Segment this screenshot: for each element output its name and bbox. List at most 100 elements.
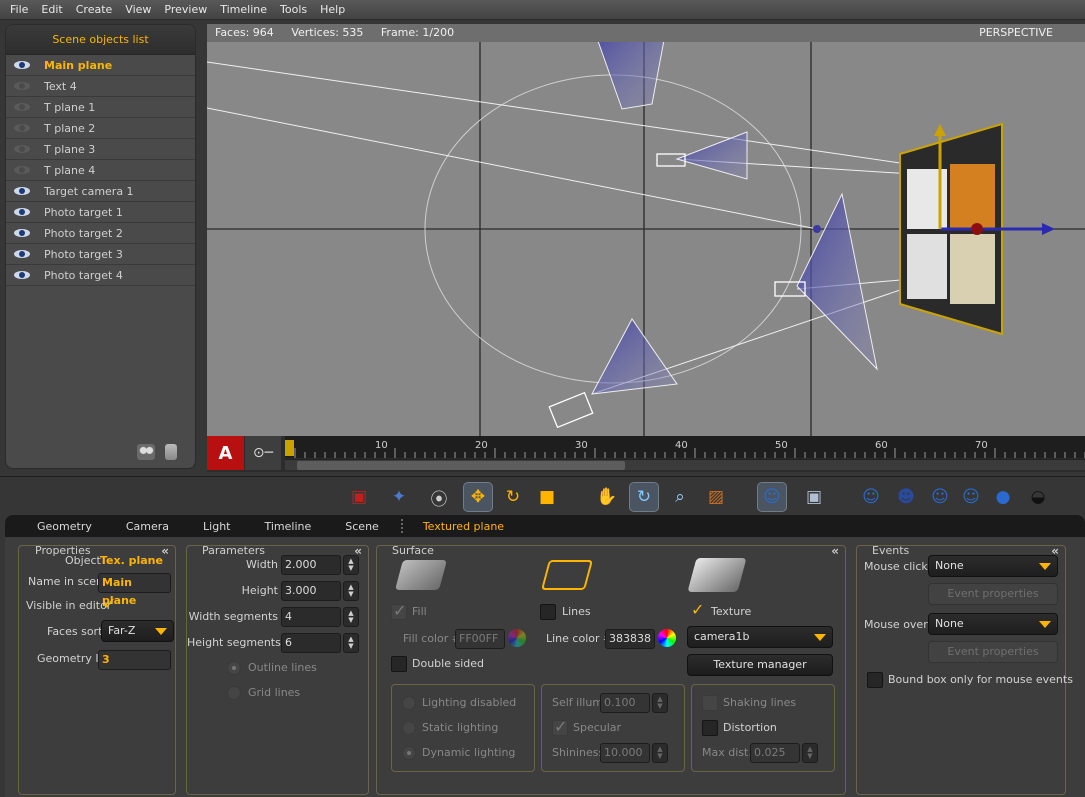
character-left-icon[interactable]: ☺ bbox=[925, 482, 955, 512]
eye-icon[interactable] bbox=[12, 80, 34, 92]
width-input[interactable]: 2.000 bbox=[281, 555, 341, 575]
orbit-icon[interactable]: ↻ bbox=[629, 482, 659, 512]
menu-view[interactable]: View bbox=[119, 3, 158, 16]
height-input[interactable]: 3.000 bbox=[281, 581, 341, 601]
shaking-lines-checkbox[interactable] bbox=[702, 695, 718, 711]
tab-camera[interactable]: Camera bbox=[114, 520, 181, 533]
scene-object-row[interactable]: Photo target 1 bbox=[6, 202, 195, 223]
outline-lines-radio[interactable] bbox=[227, 661, 241, 675]
eye-icon[interactable] bbox=[12, 101, 34, 113]
trash-icon[interactable] bbox=[165, 444, 177, 460]
event-properties-button[interactable]: Event properties bbox=[928, 641, 1058, 663]
timeline-scroll-thumb[interactable] bbox=[297, 461, 625, 470]
scene-object-row[interactable]: Text 4 bbox=[6, 76, 195, 97]
bound-box-checkbox[interactable] bbox=[867, 672, 883, 688]
eye-icon[interactable] bbox=[12, 206, 34, 218]
3d-viewport[interactable]: Faces: 964 Vertices: 535 Frame: 1/200 PE… bbox=[207, 24, 1085, 436]
lighting-disabled-radio[interactable] bbox=[402, 696, 416, 710]
static-lighting-radio[interactable] bbox=[402, 721, 416, 735]
eye-icon[interactable] bbox=[12, 185, 34, 197]
scene-object-row[interactable]: T plane 3 bbox=[6, 139, 195, 160]
height-segments-input[interactable]: 6 bbox=[281, 633, 341, 653]
timeline-ruler[interactable]: 10 20 30 40 50 60 70 bbox=[285, 436, 1085, 458]
timeline-scrollbar[interactable] bbox=[285, 459, 1085, 470]
self-illum-input[interactable]: 0.100 bbox=[600, 693, 650, 713]
lines-checkbox[interactable] bbox=[540, 604, 556, 620]
eye-icon[interactable] bbox=[12, 59, 34, 71]
character-top-icon[interactable]: ● bbox=[988, 482, 1018, 512]
eye-icon[interactable] bbox=[12, 248, 34, 260]
menu-tools[interactable]: Tools bbox=[274, 3, 314, 16]
tab-light[interactable]: Light bbox=[191, 520, 242, 533]
line-color-input[interactable]: 383838 bbox=[605, 629, 655, 649]
menu-timeline[interactable]: Timeline bbox=[214, 3, 274, 16]
double-sided-checkbox[interactable] bbox=[391, 656, 407, 672]
texture-manager-button[interactable]: Texture manager bbox=[687, 654, 833, 676]
fill-color-input[interactable]: FF00FF bbox=[455, 629, 505, 649]
geometry-id-field[interactable]: 3 bbox=[98, 650, 171, 670]
gizmo-z-handle[interactable] bbox=[971, 223, 983, 235]
record-button[interactable]: A bbox=[207, 436, 244, 470]
scene-object-row[interactable]: Photo target 2 bbox=[6, 223, 195, 244]
mouse-over-select[interactable]: None bbox=[928, 613, 1058, 635]
max-dist-input[interactable]: 0.025 bbox=[750, 743, 800, 763]
character-camera-icon[interactable]: ☺ bbox=[757, 482, 787, 512]
video-camera-icon[interactable]: ▣ bbox=[799, 482, 829, 512]
tab-scene[interactable]: Scene bbox=[333, 520, 391, 533]
texture-select[interactable]: camera1b bbox=[687, 626, 833, 648]
tab-geometry[interactable]: Geometry bbox=[25, 520, 104, 533]
texture-checkbox[interactable]: ✓ bbox=[690, 600, 706, 620]
viewport-scene[interactable] bbox=[207, 24, 1085, 436]
menu-create[interactable]: Create bbox=[70, 3, 120, 16]
self-illum-stepper[interactable]: ▲ ▼ bbox=[652, 693, 668, 713]
axis-tool-icon[interactable]: ✦ bbox=[384, 482, 414, 512]
eye-icon[interactable] bbox=[12, 227, 34, 239]
width-segments-stepper[interactable]: ▲ ▼ bbox=[343, 607, 359, 627]
grid-lines-radio[interactable] bbox=[227, 686, 241, 700]
playhead[interactable] bbox=[285, 440, 294, 456]
event-properties-button[interactable]: Event properties bbox=[928, 583, 1058, 605]
dynamic-lighting-radio[interactable] bbox=[402, 746, 416, 760]
zoom-icon[interactable]: ⌕ bbox=[665, 482, 695, 512]
character-back-icon[interactable]: ☻ bbox=[891, 482, 921, 512]
distortion-checkbox[interactable] bbox=[702, 720, 718, 736]
menu-edit[interactable]: Edit bbox=[35, 3, 69, 16]
scene-object-row[interactable]: Photo target 4 bbox=[6, 265, 195, 286]
rotate-icon[interactable]: ↻ bbox=[498, 482, 528, 512]
zoom-region-icon[interactable]: ▨ bbox=[701, 482, 731, 512]
visible-in-editor-checkbox[interactable]: ✓ bbox=[102, 594, 118, 614]
character-right-icon[interactable]: ☺ bbox=[956, 482, 986, 512]
specular-checkbox[interactable]: ✓ bbox=[552, 717, 568, 736]
transform-center-icon[interactable]: ⦿ bbox=[424, 482, 454, 512]
shininess-input[interactable]: 10.000 bbox=[600, 743, 650, 763]
tab-textured-plane[interactable]: Textured plane bbox=[411, 520, 516, 533]
eye-icon[interactable] bbox=[12, 122, 34, 134]
eye-icon[interactable] bbox=[12, 269, 34, 281]
select-region-icon[interactable]: ▣ bbox=[344, 482, 374, 512]
menu-help[interactable]: Help bbox=[314, 3, 352, 16]
eye-icon[interactable] bbox=[12, 143, 34, 155]
move-icon[interactable]: ✥ bbox=[463, 482, 493, 512]
scene-object-row[interactable]: T plane 4 bbox=[6, 160, 195, 181]
menu-preview[interactable]: Preview bbox=[158, 3, 214, 16]
people-icon[interactable] bbox=[137, 444, 155, 460]
scene-object-row[interactable]: Target camera 1 bbox=[6, 181, 195, 202]
max-dist-stepper[interactable]: ▲ ▼ bbox=[802, 743, 818, 763]
faces-sort-select[interactable]: Far-Z bbox=[101, 620, 174, 642]
fill-checkbox[interactable]: ✓ bbox=[391, 601, 407, 620]
hand-pan-icon[interactable]: ✋ bbox=[592, 482, 622, 512]
width-stepper[interactable]: ▲ ▼ bbox=[343, 555, 359, 575]
shininess-stepper[interactable]: ▲ ▼ bbox=[652, 743, 668, 763]
width-segments-input[interactable]: 4 bbox=[281, 607, 341, 627]
eye-icon[interactable] bbox=[12, 164, 34, 176]
scale-icon[interactable]: ■ bbox=[532, 482, 562, 512]
menu-file[interactable]: File bbox=[4, 3, 35, 16]
scene-object-row[interactable]: T plane 2 bbox=[6, 118, 195, 139]
name-in-scene-field[interactable]: Main plane bbox=[98, 573, 171, 607]
scene-object-row[interactable]: T plane 1 bbox=[6, 97, 195, 118]
color-wheel-icon[interactable] bbox=[508, 629, 526, 647]
height-segments-stepper[interactable]: ▲ ▼ bbox=[343, 633, 359, 653]
tab-timeline[interactable]: Timeline bbox=[252, 520, 323, 533]
height-stepper[interactable]: ▲ ▼ bbox=[343, 581, 359, 601]
key-icon[interactable]: ⊙─ bbox=[245, 436, 281, 470]
